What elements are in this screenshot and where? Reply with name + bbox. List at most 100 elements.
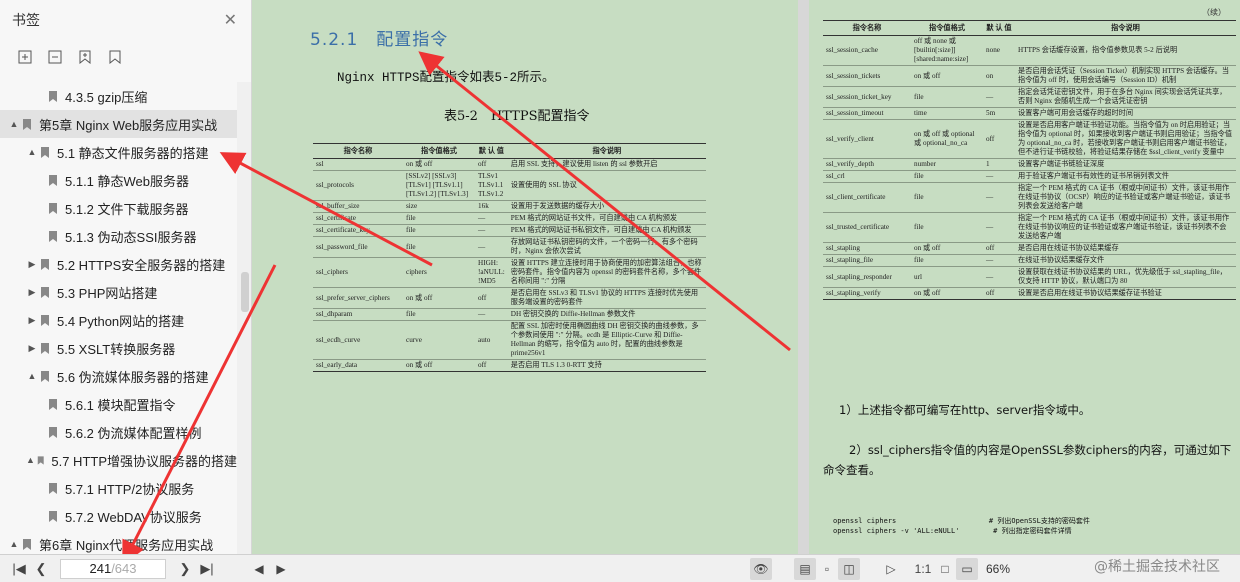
scrollbar-thumb[interactable]: [241, 272, 249, 312]
first-page-icon[interactable]: |◀: [8, 558, 30, 580]
table-cell: ssl_password_file: [313, 236, 403, 258]
table-cell: 指定会话凭证密钥文件，用于在多台 Nginx 间实现会话凭证共享，否则 Ngin…: [1015, 86, 1236, 108]
table-cell: on 或 off: [403, 287, 475, 309]
table-header-row: 指令名称 指令值格式默 认 值指令说明: [823, 20, 1236, 36]
sidebar-item-label: 5.1.3 伪动态SSI服务器: [65, 229, 197, 245]
close-icon[interactable]: ✕: [224, 10, 237, 30]
sidebar-item[interactable]: ▲ 5.1 静态文件服务器的搭建: [0, 138, 237, 166]
bookmark-icon: [23, 538, 31, 550]
table-cell: ssl: [313, 158, 403, 171]
fit-page-icon[interactable]: □: [934, 558, 956, 580]
expand-toggle-icon[interactable]: ▲: [26, 371, 38, 381]
sidebar-item-label: 5.6.1 模块配置指令: [65, 397, 176, 413]
expand-toggle-icon[interactable]: ▲: [26, 455, 35, 465]
fit-width-icon[interactable]: ▭: [956, 557, 978, 580]
play-icon[interactable]: ▷: [880, 558, 902, 580]
table-cell: on 或 off 或 optional 或 optional_no_ca: [911, 119, 983, 159]
table-cell: ssl_stapling_verify: [823, 287, 911, 300]
prev-page-icon[interactable]: ❮: [30, 558, 52, 580]
expand-toggle-icon[interactable]: ▲: [8, 119, 20, 129]
two-page-icon[interactable]: ◫: [838, 557, 860, 580]
continuous-page-icon[interactable]: ▤: [794, 557, 816, 580]
table-cell: file: [911, 254, 983, 267]
sidebar-item[interactable]: ▲ 5.6 伪流媒体服务器的搭建: [0, 362, 237, 390]
table-cell: ssl_certificate_key: [313, 224, 403, 237]
expand-toggle-icon[interactable]: ▲: [8, 539, 20, 549]
expand-toggle-icon[interactable]: ▶: [26, 287, 38, 298]
collapse-all-icon[interactable]: [46, 48, 64, 66]
table-cell: 设置获取在线证书协议结果的 URL，优先级低于 ssl_stapling_fil…: [1015, 266, 1236, 288]
table-cell: —: [475, 308, 508, 321]
table-cell: ssl_verify_client: [823, 119, 911, 159]
sidebar-scrollbar[interactable]: [237, 82, 251, 554]
sidebar-item[interactable]: 5.7.2 WebDAV协议服务: [0, 502, 237, 530]
table-cell: —: [983, 170, 1015, 183]
table-cell: ssl_session_ticket_key: [823, 86, 911, 108]
single-page-icon[interactable]: ▫: [816, 558, 838, 580]
bookmark-tree: 4.3.5 gzip压缩 ▲ 第5章 Nginx Web服务应用实战 ▲ 5.1 静态文…: [0, 82, 237, 554]
table-row: ssl_client_certificate file — 指定一个 PEM 格式的 …: [823, 182, 1236, 213]
table-cell: 设置使用的 SSL 协议: [507, 170, 706, 201]
table-cell: 设置客户端证书链验证深度: [1015, 158, 1236, 171]
add-bookmark-icon[interactable]: [76, 48, 94, 66]
sidebar-item[interactable]: ▶ 5.3 PHP网站搭建: [0, 278, 237, 306]
table-row: ssl_session_tickets on 或 off on 是否启用会话凭证（Se…: [823, 65, 1236, 87]
sidebar-item[interactable]: ▲ 第6章 Nginx代理服务应用实战: [0, 530, 237, 554]
prev-view-icon[interactable]: ◀: [248, 558, 270, 580]
sidebar-item-label: 5.1.1 静态Web服务器: [65, 173, 190, 189]
expand-toggle-icon[interactable]: ▶: [26, 315, 38, 326]
table-cell: —: [983, 182, 1015, 213]
table-cell: file: [403, 236, 475, 258]
sidebar-item-label: 5.7 HTTP增强协议服务器的搭建: [51, 453, 237, 469]
table-cell: file: [403, 212, 475, 225]
expand-toggle-icon[interactable]: ▲: [26, 147, 38, 157]
last-page-icon[interactable]: ▶|: [196, 558, 218, 580]
next-page-icon[interactable]: ❯: [174, 558, 196, 580]
actual-size-icon[interactable]: 1:1: [912, 558, 934, 580]
table-cell: ssl_crl: [823, 170, 911, 183]
column-header: 指令名称: [313, 143, 403, 159]
table-row: ssl_certificate file — PEM 格式的网站证书文件，可自建或由 …: [313, 212, 706, 225]
table-cell: ssl_ecdh_curve: [313, 320, 403, 360]
table-cell: ssl_protocols: [313, 170, 403, 201]
next-view-icon[interactable]: ▶: [270, 558, 292, 580]
table-cell: 5m: [983, 107, 1015, 120]
sidebar-item[interactable]: 5.1.1 静态Web服务器: [0, 166, 237, 194]
page-number-input[interactable]: 241 /643: [60, 558, 166, 579]
bookmark-icon[interactable]: [106, 48, 124, 66]
sidebar-item[interactable]: ▶ 5.2 HTTPS安全服务器的搭建: [0, 250, 237, 278]
table-cell: ssl_buffer_size: [313, 200, 403, 213]
sidebar-item[interactable]: ▲ 第5章 Nginx Web服务应用实战: [0, 110, 237, 138]
bookmark-icon: [41, 146, 49, 158]
eye-icon[interactable]: 👁: [750, 557, 772, 580]
section-title: 5.2.1 配置指令: [310, 30, 449, 50]
table-cell: time: [911, 107, 983, 120]
sidebar-item[interactable]: 5.1.2 文件下载服务器: [0, 194, 237, 222]
table-cell: auto: [475, 320, 508, 360]
sidebar-item-label: 5.3 PHP网站搭建: [57, 285, 158, 301]
table-row: ssl_ciphers ciphers HIGH: !aNULL: !MD5 设置 H…: [313, 257, 706, 288]
table-cell: HIGH: !aNULL: !MD5: [475, 257, 508, 288]
zoom-level[interactable]: 66%: [986, 562, 1010, 576]
bookmark-icon: [49, 398, 57, 410]
table-cell: —: [983, 212, 1015, 243]
sidebar-item[interactable]: 4.3.5 gzip压缩: [0, 82, 237, 110]
table-row: ssl_protocols [SSLv2] [SSLv3] [TLSv1] [TL…: [313, 170, 706, 201]
sidebar-item[interactable]: 5.7.1 HTTP/2协议服务: [0, 474, 237, 502]
note-1: 1）上述指令都可编写在http、server指令域中。: [839, 403, 1091, 417]
document-view[interactable]: 5.2.1 配置指令 Nginx HTTPS配置指令如表5-2所示。 表5-2 …: [253, 0, 1240, 554]
sidebar-item-label: 5.1.2 文件下载服务器: [65, 201, 189, 217]
sidebar-item[interactable]: ▲ 5.7 HTTP增强协议服务器的搭建: [0, 446, 237, 474]
table-cell: file: [911, 182, 983, 213]
sidebar-item[interactable]: ▶ 5.5 XSLT转换服务器: [0, 334, 237, 362]
expand-toggle-icon[interactable]: ▶: [26, 343, 38, 354]
sidebar-item[interactable]: 5.6.1 模块配置指令: [0, 390, 237, 418]
table-cell: —: [983, 254, 1015, 267]
expand-all-icon[interactable]: [16, 48, 34, 66]
sidebar-item[interactable]: 5.1.3 伪动态SSI服务器: [0, 222, 237, 250]
expand-toggle-icon[interactable]: ▶: [26, 259, 38, 270]
column-header: 默 认 值: [983, 20, 1015, 36]
sidebar-item[interactable]: ▶ 5.4 Python网站的搭建: [0, 306, 237, 334]
sidebar-item[interactable]: 5.6.2 伪流媒体配置样例: [0, 418, 237, 446]
bookmark-icon: [49, 510, 57, 522]
